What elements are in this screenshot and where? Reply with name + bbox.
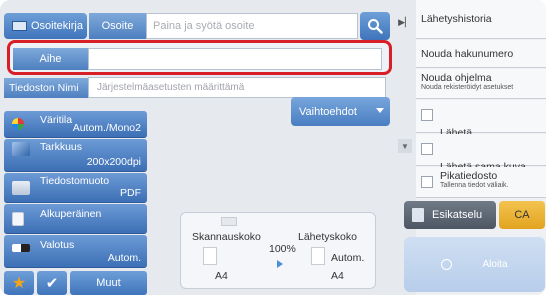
setting-value: Autom./Mono2 [72, 122, 141, 134]
subject-label: Aihe [13, 48, 88, 70]
send-size-value: A4 [331, 270, 344, 282]
preview-button[interactable]: Esikatselu [404, 201, 496, 229]
setting-resolution[interactable]: Tarkkuus 200x200dpi [4, 139, 147, 172]
others-button[interactable]: Muut [70, 271, 147, 295]
filename-label: Tiedoston Nimi [4, 78, 88, 98]
search-button[interactable] [360, 12, 390, 40]
setting-title: Alkuperäinen [40, 208, 102, 220]
send-same-image-toggle[interactable]: Lähetä sama kuva kuin faksiosoite [416, 134, 546, 185]
setting-title: Valotus [40, 239, 75, 251]
send-page-icon [311, 247, 325, 265]
scanner-screen: Osoitekirja Osoite Paina ja syötä osoite… [0, 0, 546, 295]
checkbox-icon [421, 143, 433, 155]
preview-label: Esikatselu [432, 209, 483, 221]
favorite-button[interactable]: ★ [4, 271, 34, 295]
send-history-label: Lähetyshistoria [421, 13, 492, 25]
setting-value: PDF [120, 187, 141, 199]
send-link-toggle[interactable]: Lähetä Kohteen linkki [416, 100, 546, 151]
options-button[interactable]: Vaihtoehdot [291, 97, 390, 126]
preview-icon [412, 208, 424, 222]
search-icon [368, 19, 383, 34]
scan-size-value: A4 [215, 270, 228, 282]
filename-input[interactable]: Järjestelmäasetusten määrittämä [88, 77, 386, 98]
color-mode-icon [12, 118, 24, 130]
checkbox-icon [421, 176, 433, 188]
quick-file-label: Pikatiedosto [440, 170, 498, 182]
checkmark-icon: ✔ [45, 275, 59, 292]
exposure-icon [12, 244, 30, 252]
recall-number-label: Nouda hakunumero [421, 47, 514, 60]
send-size-mode: Autom. [331, 252, 365, 264]
address-book-icon [12, 21, 27, 31]
clear-all-button[interactable]: CA [499, 201, 545, 229]
setting-file-format[interactable]: Tiedostomuoto PDF [4, 173, 147, 203]
address-book-label: Osoitekirja [31, 20, 83, 32]
recall-program-button[interactable]: Nouda ohjelma Nouda rekisteröidyt asetuk… [416, 69, 546, 99]
star-icon: ★ [11, 275, 27, 292]
setting-value: 200x200dpi [86, 156, 141, 168]
scan-size-label: Skannauskoko [192, 231, 261, 243]
ratio-value: 100% [269, 243, 296, 255]
setting-title: Väritila [40, 114, 73, 126]
dropdown-arrow-icon [376, 108, 384, 113]
scroll-down-icon[interactable]: ▼ [398, 139, 412, 153]
start-button[interactable]: Aloita [404, 237, 545, 292]
start-label: Aloita [482, 259, 508, 270]
setting-title: Tarkkuus [40, 141, 83, 153]
to-label: Osoite [89, 13, 146, 39]
quick-file-sub: Tallenna tiedot väliaik. [440, 182, 509, 189]
send-size-label: Lähetyskoko [298, 231, 357, 243]
file-format-icon [12, 181, 30, 195]
setting-value: Autom. [107, 252, 141, 264]
recall-number-button[interactable]: Nouda hakunumero [416, 40, 546, 68]
start-icon [441, 259, 453, 270]
scan-page-icon [203, 247, 217, 265]
recall-program-sub: Nouda rekisteröidyt asetukset [421, 84, 514, 91]
recall-program-label: Nouda ohjelma [421, 72, 492, 84]
resolution-icon [12, 142, 30, 156]
original-icon [12, 212, 24, 226]
scan-preview-box: Skannauskoko Lähetyskoko 100% Autom. A4 … [180, 212, 376, 289]
scanner-icon [221, 217, 237, 226]
setting-color-mode[interactable]: Väritila Autom./Mono2 [4, 111, 147, 138]
arrow-right-icon [277, 260, 283, 268]
subject-input[interactable] [88, 48, 382, 70]
quick-file-toggle[interactable]: Pikatiedosto Tallenna tiedot väliaik. [416, 167, 546, 198]
setting-original[interactable]: Alkuperäinen [4, 204, 147, 234]
panel-toggle-icon[interactable]: ▶▏ [398, 15, 412, 29]
to-address-input[interactable]: Paina ja syötä osoite [146, 13, 358, 39]
setting-exposure[interactable]: Valotus Autom. [4, 235, 147, 268]
options-label: Vaihtoehdot [299, 105, 357, 118]
checkbox-icon [421, 109, 433, 121]
send-history-button[interactable]: Lähetyshistoria [416, 0, 546, 39]
check-button[interactable]: ✔ [37, 271, 67, 295]
setting-title: Tiedostomuoto [40, 175, 110, 187]
address-book-button[interactable]: Osoitekirja [4, 13, 87, 39]
